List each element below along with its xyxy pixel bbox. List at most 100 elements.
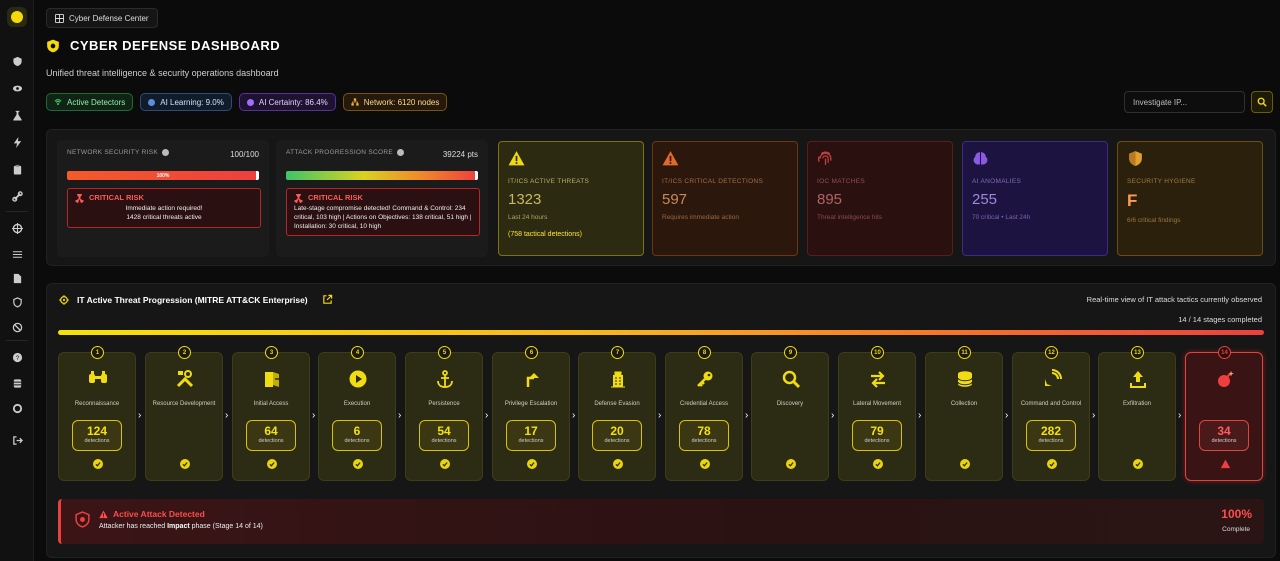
building-icon <box>611 371 625 388</box>
pill-label: AI Learning: 9.0% <box>160 97 224 107</box>
stage-card[interactable]: 4 Execution 6 detections <box>318 346 396 481</box>
check-icon <box>873 459 883 469</box>
check-icon <box>700 459 710 469</box>
stage-detections-badge[interactable]: 20 detections <box>592 420 642 451</box>
stage-number: 6 <box>525 346 538 359</box>
pill-label: Network: 6120 nodes <box>363 97 440 107</box>
info-icon[interactable] <box>397 149 405 156</box>
card-value: 1323 <box>508 191 542 208</box>
settings-icon[interactable] <box>4 398 30 418</box>
anchor-icon <box>437 370 453 388</box>
stage-detection-count: 17 <box>524 424 538 438</box>
search-button[interactable] <box>1251 91 1273 113</box>
logout-icon[interactable] <box>4 430 30 450</box>
stage-arrow-icon: › <box>225 410 229 421</box>
card-ai-anomalies[interactable]: AI ANOMALIES 255 70 critical • Last 24h <box>962 141 1108 256</box>
stage-card[interactable]: 2 Resource Development <box>145 346 223 481</box>
stage-detection-count: 78 <box>697 424 711 438</box>
main-content: Cyber Defense Center CYBER DEFENSE DASHB… <box>34 0 1280 561</box>
flask-icon[interactable] <box>4 105 30 125</box>
stage-number: 9 <box>784 346 797 359</box>
sidebar-divider <box>6 211 28 212</box>
stage-card[interactable]: 3 Initial Access 64 detections <box>232 346 310 481</box>
stage-detections-badge[interactable]: 282 detections <box>1026 420 1076 451</box>
stage-detection-label: detections <box>431 438 457 444</box>
card-critical-detections[interactable]: IT/ICS CRITICAL DETECTIONS 597 Requires … <box>652 141 798 256</box>
stage-detections-badge[interactable]: 124 detections <box>72 420 122 451</box>
external-link-icon[interactable] <box>322 294 333 305</box>
stage-detections-badge[interactable]: 34 detections <box>1199 420 1249 451</box>
stage-card[interactable]: 8 Credential Access 78 detections <box>665 346 743 481</box>
crosshair-icon[interactable] <box>4 218 30 238</box>
alert-text: Late-stage compromise detected! Command … <box>294 205 472 230</box>
threat-progression-panel: IT Active Threat Progression (MITRE ATT&… <box>46 283 1276 558</box>
stage-card[interactable]: 12 Command and Control 282 detections <box>1012 346 1090 481</box>
clipboard-icon[interactable] <box>4 159 30 179</box>
stage-detection-count: 282 <box>1040 424 1062 438</box>
attack-score-bar <box>286 171 478 180</box>
help-icon[interactable]: ? <box>4 347 30 367</box>
stage-arrow-icon: › <box>1005 410 1009 421</box>
sliders-icon[interactable] <box>4 244 30 264</box>
card-active-threats[interactable]: IT/ICS ACTIVE THREATS 1323 Last 24 hours… <box>498 141 644 256</box>
warning-triangle-icon <box>662 151 679 166</box>
stage-detection-label: detections <box>1211 438 1237 444</box>
investigate-ip-input[interactable] <box>1124 91 1245 113</box>
banner-percent-label: Complete <box>1222 526 1250 533</box>
stage-card[interactable]: 6 Privilege Escalation 17 detections <box>492 346 570 481</box>
stage-detections-badge[interactable]: 64 detections <box>246 420 296 451</box>
stage-detection-count: 6 <box>353 424 361 438</box>
stage-detections-badge[interactable]: 78 detections <box>679 420 729 451</box>
link-icon[interactable] <box>4 186 30 206</box>
upload-icon <box>1130 371 1146 388</box>
active-attack-banner: Active Attack Detected Attacker has reac… <box>58 499 1264 544</box>
stage-card[interactable]: 14 34 detections <box>1185 346 1263 481</box>
stage-arrow-icon: › <box>745 410 749 421</box>
stage-card[interactable]: 11 Collection <box>925 346 1003 481</box>
pill-active-detectors[interactable]: Active Detectors <box>46 93 134 111</box>
shield-icon[interactable] <box>4 51 30 71</box>
stage-card[interactable]: 13 Exfiltration <box>1098 346 1176 481</box>
stage-detections-badge[interactable]: 79 detections <box>852 420 902 451</box>
info-icon[interactable] <box>162 149 170 156</box>
stage-name: Command and Control <box>1020 401 1082 407</box>
score-label: ATTACK PROGRESSION SCORE <box>286 149 394 156</box>
pill-ai-certainty[interactable]: AI Certainty: 86.4% <box>238 93 336 111</box>
bolt-icon[interactable] <box>4 132 30 152</box>
stage-detections-badge[interactable]: 54 detections <box>419 420 469 451</box>
database-icon[interactable] <box>4 373 30 393</box>
eye-icon[interactable] <box>4 78 30 98</box>
alert-line: 1428 critical threats active <box>126 213 202 221</box>
database-icon <box>957 371 973 387</box>
pill-label: AI Certainty: 86.4% <box>258 97 328 107</box>
breadcrumb[interactable]: Cyber Defense Center <box>46 8 158 28</box>
shield-small-icon[interactable] <box>4 292 30 312</box>
stage-number: 3 <box>265 346 278 359</box>
stage-detection-count: 64 <box>264 424 278 438</box>
card-value: 255 <box>972 191 998 208</box>
stage-card[interactable]: 9 Discovery <box>751 346 829 481</box>
tools-icon <box>176 370 194 388</box>
stage-detection-label: detections <box>518 438 544 444</box>
pill-ai-learning[interactable]: AI Learning: 9.0% <box>140 93 232 111</box>
pill-network-nodes[interactable]: Network: 6120 nodes <box>342 93 448 111</box>
card-ioc-matches[interactable]: IOC MATCHES 895 Threat intelligence hits <box>807 141 953 256</box>
card-security-hygiene[interactable]: SECURITY HYGIENE F 6/6 critical findings <box>1117 141 1263 256</box>
check-icon <box>1133 459 1143 469</box>
stage-detections-badge[interactable]: 17 detections <box>506 420 556 451</box>
brain-icon <box>973 152 988 165</box>
stage-card[interactable]: 5 Persistence 54 detections <box>405 346 483 481</box>
stage-arrow-icon: › <box>572 410 576 421</box>
stage-card[interactable]: 10 Lateral Movement 79 detections <box>838 346 916 481</box>
app-logo[interactable] <box>7 7 27 27</box>
stage-card[interactable]: 1 Reconnaissance 124 detections <box>58 346 136 481</box>
file-export-icon[interactable] <box>4 268 30 288</box>
stage-number: 12 <box>1045 346 1058 359</box>
stage-card[interactable]: 7 Defense Evasion 20 detections <box>578 346 656 481</box>
ban-icon[interactable] <box>4 317 30 337</box>
stage-number: 1 <box>91 346 104 359</box>
stage-detections-badge[interactable]: 6 detections <box>332 420 382 451</box>
card-subtitle: Requires immediate action <box>662 214 739 221</box>
check-icon <box>613 459 623 469</box>
network-risk-value: 100/100 <box>230 150 259 159</box>
